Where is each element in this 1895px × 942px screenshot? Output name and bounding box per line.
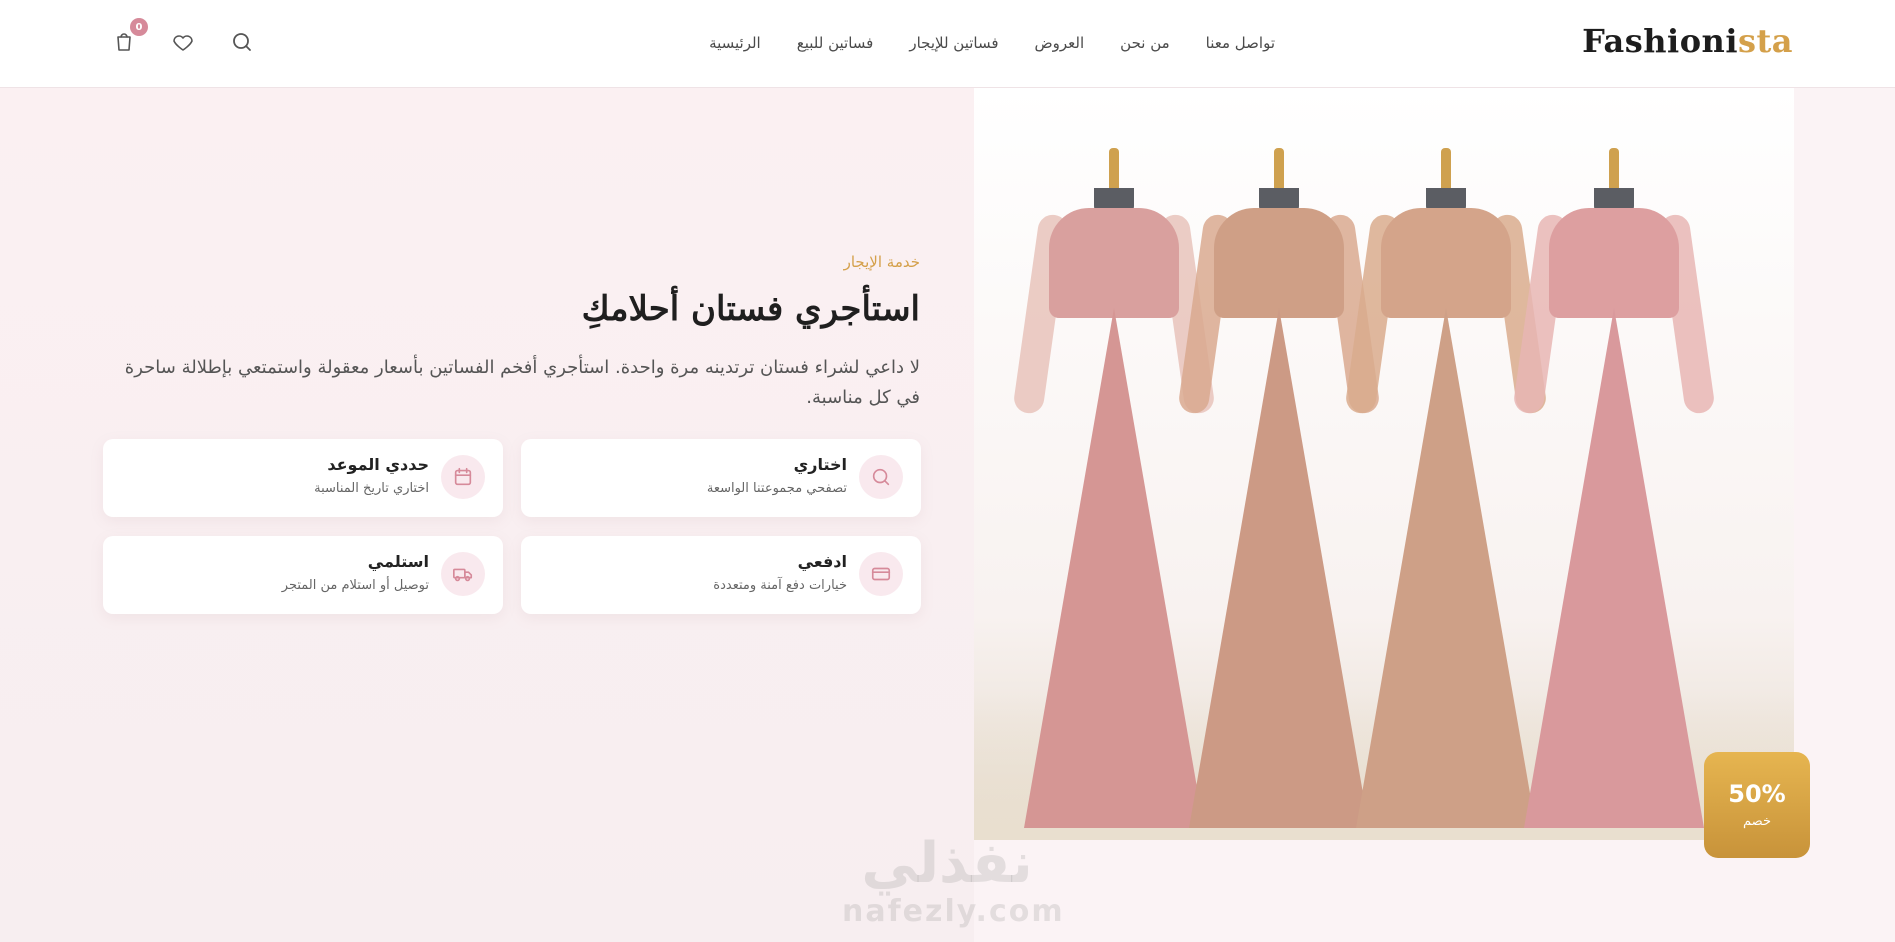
nav-about[interactable]: من نحن: [1120, 34, 1170, 52]
step-card-date[interactable]: حددي الموعد اختاري تاريخ المناسبة: [103, 439, 503, 517]
logo[interactable]: Fashionista: [1582, 22, 1793, 60]
bodice: [1049, 208, 1179, 318]
nav-dresses-sale[interactable]: فساتين للبيع: [797, 34, 874, 52]
nav-home[interactable]: الرئيسية: [709, 34, 761, 52]
nav-dresses-rent[interactable]: فساتين للإيجار: [909, 34, 998, 52]
dress-mannequin: [1512, 148, 1716, 828]
bodice: [1214, 208, 1344, 318]
step-title: اختاري: [793, 455, 847, 474]
header-actions: 0: [112, 18, 254, 54]
hero-text: خدمة الإيجار استأجري فستان أحلامكِ لا دا…: [100, 253, 920, 413]
skirt: [1356, 308, 1536, 828]
step-card-receive[interactable]: استلمي توصيل أو استلام من المتجر: [103, 536, 503, 614]
cart-count-badge: 0: [130, 18, 148, 36]
truck-icon: [441, 552, 485, 596]
skirt: [1024, 308, 1204, 828]
watermark: نفذلي nafezly.com: [842, 831, 1065, 930]
discount-label: خصم: [1743, 814, 1771, 829]
credit-card-icon: [859, 552, 903, 596]
skirt: [1524, 308, 1704, 828]
discount-percent: 50%: [1728, 780, 1786, 808]
nav-contact[interactable]: تواصل معنا: [1206, 34, 1275, 52]
step-title: ادفعي: [797, 552, 847, 571]
heart-icon[interactable]: [171, 30, 195, 54]
step-description: اختاري تاريخ المناسبة: [314, 481, 429, 496]
step-card-choose[interactable]: اختاري تصفحي مجموعتنا الواسعة: [521, 439, 921, 517]
calendar-icon: [441, 455, 485, 499]
hero-description: لا داعي لشراء فستان ترتدينه مرة واحدة. ا…: [124, 357, 920, 408]
watermark-arabic: نفذلي: [861, 831, 1033, 896]
search-icon[interactable]: [230, 30, 254, 54]
discount-badge: 50% خصم: [1704, 752, 1810, 858]
nav-offers[interactable]: العروض: [1035, 34, 1085, 52]
step-description: خيارات دفع آمنة ومتعددة: [713, 578, 847, 593]
step-description: تصفحي مجموعتنا الواسعة: [706, 481, 847, 496]
watermark-latin: nafezly.com: [842, 894, 1065, 929]
hero-kicker: خدمة الإيجار: [843, 253, 920, 271]
bodice: [1381, 208, 1511, 318]
step-title: استلمي: [367, 552, 429, 571]
main-nav: الرئيسية فساتين للبيع فساتين للإيجار الع…: [709, 34, 1275, 52]
skirt: [1189, 308, 1369, 828]
hero-image-dresses: [974, 88, 1794, 840]
step-card-pay[interactable]: ادفعي خيارات دفع آمنة ومتعددة: [521, 536, 921, 614]
site-header: Fashionista الرئيسية فساتين للبيع فساتين…: [0, 0, 1895, 88]
search-icon: [859, 455, 903, 499]
hero-title: استأجري فستان أحلامكِ: [581, 289, 920, 329]
step-title: حددي الموعد: [327, 455, 429, 474]
logo-main: Fashioni: [1582, 22, 1738, 60]
cart-icon[interactable]: 0: [112, 18, 148, 54]
bodice: [1549, 208, 1679, 318]
step-description: توصيل أو استلام من المتجر: [281, 578, 429, 593]
logo-accent: sta: [1737, 22, 1793, 60]
